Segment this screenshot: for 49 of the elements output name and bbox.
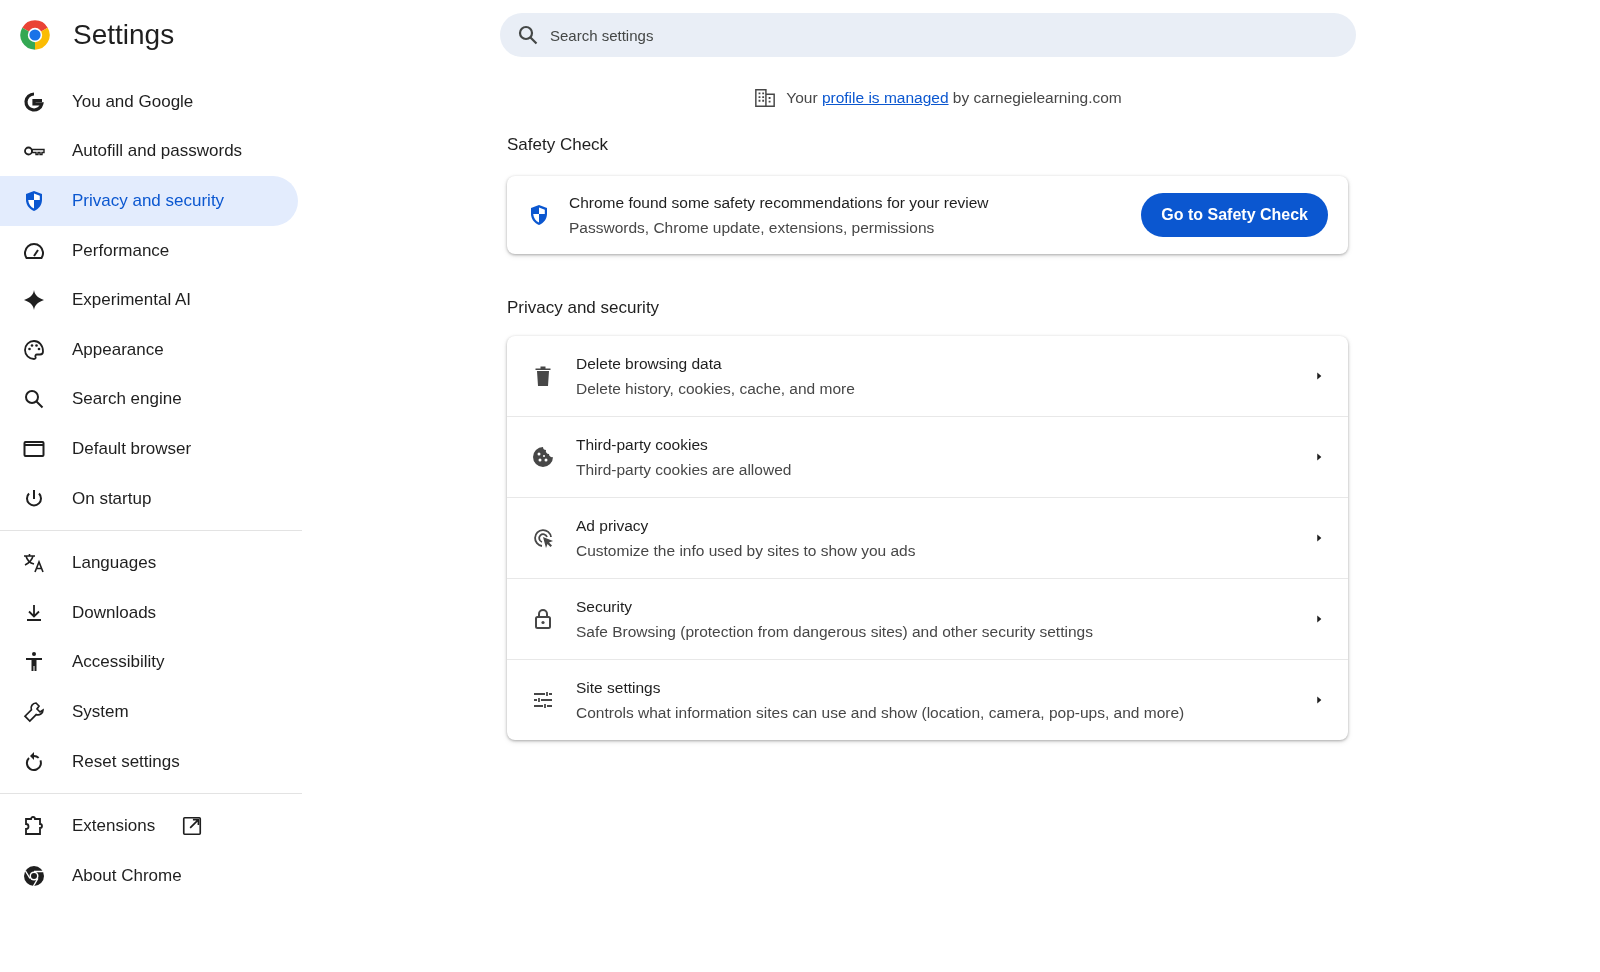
sidebar-item[interactable]: Languages <box>0 538 298 588</box>
sidebar-item[interactable]: Autofill and passwords <box>0 126 298 177</box>
row-description: Customize the info used by sites to show you ads <box>576 541 917 560</box>
sidebar-item[interactable]: Default browser <box>0 424 298 474</box>
settings-row[interactable]: Site settings Controls what information sites can use and show (location, camera, pop-ups, and more) <box>507 659 1348 740</box>
sidebar-item[interactable]: Reset settings <box>0 736 298 787</box>
row-title: Ad privacy <box>576 516 650 535</box>
section-heading: Privacy and security <box>507 298 661 318</box>
sidebar-item[interactable]: Search engine <box>0 374 298 425</box>
sidebar-item[interactable]: About Chrome <box>0 850 298 901</box>
safety-title: Chrome found some safety recommendations for your review <box>569 193 990 212</box>
row-title: Site settings <box>576 678 662 697</box>
cookie-icon <box>531 445 555 469</box>
page-title: Settings <box>73 19 175 51</box>
profile-managed-link[interactable]: profile is managed <box>821 89 949 106</box>
row-description: Safe Browsing (protection from dangerous sites) and other security settings <box>576 622 1094 641</box>
safety-check-button[interactable]: Go to Safety Check <box>1141 193 1328 237</box>
building-icon <box>754 87 777 109</box>
row-description: Third-party cookies are allowed <box>576 460 793 479</box>
row-title: Delete browsing data <box>576 354 723 373</box>
sidebar-item[interactable]: Experimental AI <box>0 275 298 325</box>
managed-notice: Your profile is managed by carnegielearning.com <box>786 89 1122 107</box>
google-g-icon <box>22 89 46 114</box>
row-description: Controls what information sites can use and show (location, camera, pop-ups, and more) <box>576 703 1186 722</box>
settings-row[interactable]: Delete browsing data Delete history, cookies, cache, and more <box>507 336 1348 416</box>
row-description: Delete history, cookies, cache, and more <box>576 379 856 398</box>
chrome-logo-icon <box>19 19 51 51</box>
sidebar-item[interactable]: On startup <box>0 473 298 524</box>
sidebar-item[interactable]: Appearance <box>0 324 298 375</box>
cursor-target-icon <box>531 526 555 550</box>
sidebar-item[interactable]: Accessibility <box>0 637 298 688</box>
section-heading: Safety Check <box>507 135 610 155</box>
wrench-icon <box>22 699 46 724</box>
sidebar-item[interactable]: You and Google <box>0 77 298 127</box>
sidebar-item[interactable]: Extensions <box>0 801 298 851</box>
sidebar-item[interactable]: Performance <box>0 225 298 276</box>
chromium-logo-icon <box>22 863 46 888</box>
safety-description: Passwords, Chrome update, extensions, permissions <box>569 218 936 237</box>
search-field[interactable]: Search settings <box>500 13 1356 57</box>
external-link-icon <box>181 815 204 838</box>
sidebar-item[interactable]: Downloads <box>0 587 298 638</box>
settings-row[interactable]: Security Safe Browsing (protection from dangerous sites) and other security settings <box>507 578 1348 659</box>
palette-icon <box>22 337 46 362</box>
settings-row[interactable]: Third-party cookies Third-party cookies are allowed <box>507 416 1348 497</box>
sidebar-item[interactable]: System <box>0 687 298 737</box>
sidebar-item[interactable]: Privacy and security <box>0 176 298 226</box>
row-title: Third-party cookies <box>576 435 709 454</box>
settings-row[interactable]: Ad privacy Customize the info used by sites to show you ads <box>507 497 1348 578</box>
row-title: Security <box>576 597 633 616</box>
